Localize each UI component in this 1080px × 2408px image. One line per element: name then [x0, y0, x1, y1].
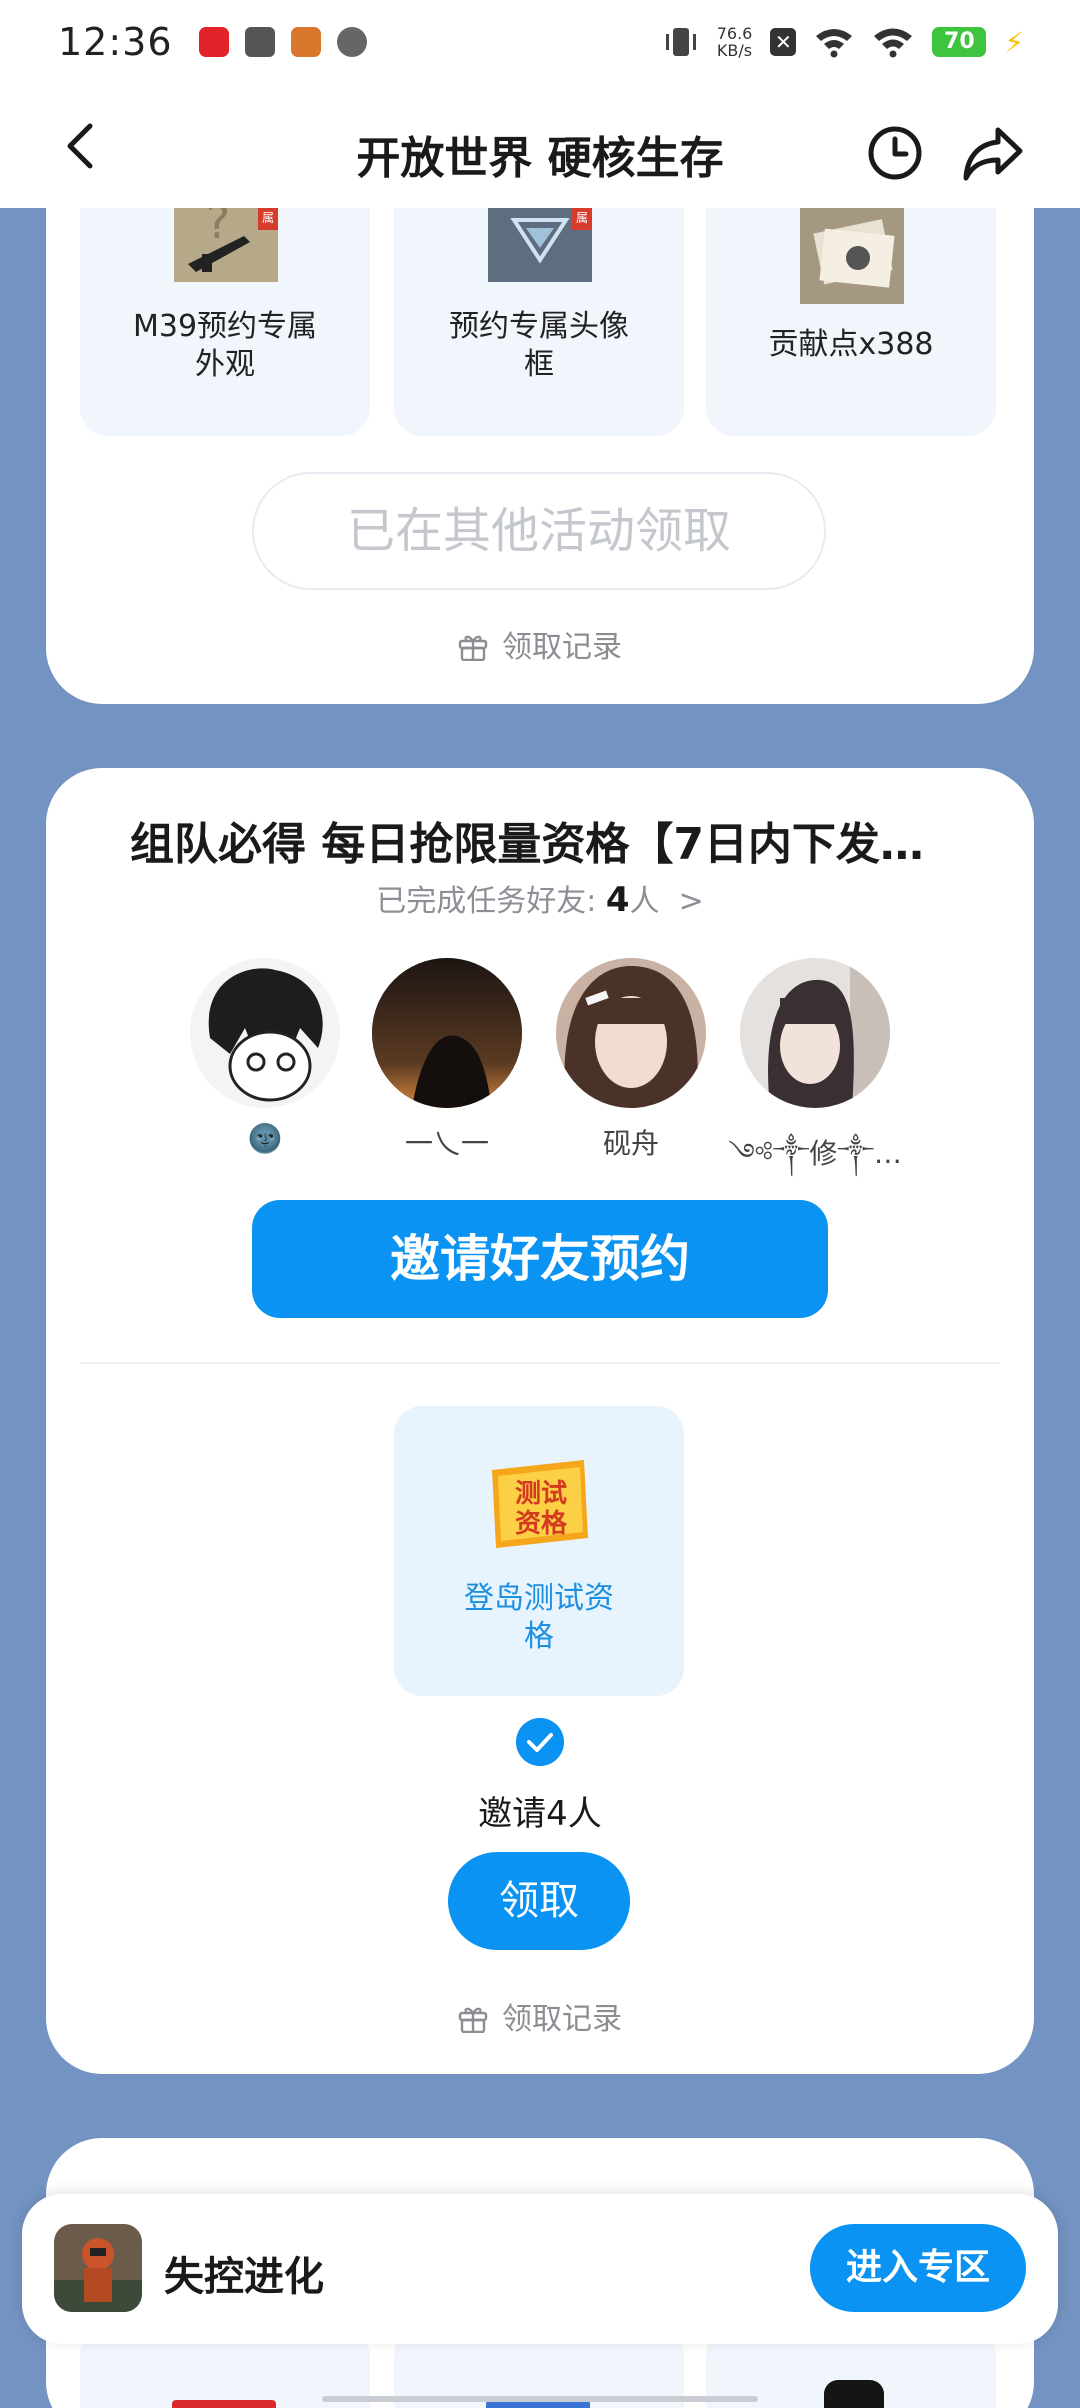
friend-name: 一乀一: [404, 1127, 489, 1160]
game-name: 失控进化: [164, 2254, 324, 2300]
record-link[interactable]: 领取记录: [46, 1994, 1034, 2038]
friend-name: ༺༒修༒…: [728, 1137, 902, 1170]
ticket-text-bottom: 资格: [515, 1508, 568, 1539]
completed-friends-count: 4: [605, 880, 630, 920]
completed-friends-link[interactable]: 已完成任务好友: 4人 >: [0, 876, 1080, 920]
invite-friends-button[interactable]: 邀请好友预约: [252, 1200, 828, 1318]
reward-tile-contribution[interactable]: 贡献点x388: [706, 174, 996, 436]
status-bar: 12:36 76.6 KB/s ✕ 70 ⚡: [0, 0, 1080, 84]
coupon-icon: [800, 204, 904, 304]
avatar[interactable]: [740, 958, 890, 1108]
reward-label: 贡献点x388: [706, 326, 996, 364]
clock-icon[interactable]: [866, 124, 924, 182]
reward-label-line1: M39预约专属: [132, 309, 318, 344]
avatar[interactable]: [556, 958, 706, 1108]
divider: [80, 1362, 1000, 1364]
reward-tile-m39[interactable]: 专 属 ? M39预约专属 外观: [80, 174, 370, 436]
game-icon[interactable]: [54, 2224, 142, 2312]
reward-label: 预约专属头像 框: [394, 308, 684, 384]
reward-label-line2: 外观: [195, 347, 255, 382]
friend-avatar-image: [372, 958, 522, 1108]
completed-friends-prefix: 已完成任务好友:: [376, 884, 597, 919]
charging-icon: ⚡: [1004, 25, 1024, 59]
record-link[interactable]: 领取记录: [46, 622, 1034, 666]
signal-wifi-icon: [816, 29, 853, 58]
gift-icon: [458, 2007, 488, 2033]
friend-avatar-image: [190, 958, 340, 1108]
completed-friends-unit: 人: [629, 884, 660, 919]
status-app-icons: [198, 27, 367, 57]
game-entry-bar: 失控进化 进入专区: [22, 2194, 1058, 2344]
svg-text:属: 属: [262, 211, 274, 225]
reward-label-line1: 预约专属头像: [449, 309, 629, 344]
nav-bar: 开放世界 硬核生存: [0, 84, 1080, 208]
claim-button[interactable]: 领取: [448, 1852, 630, 1950]
wifi-icon: [874, 28, 913, 58]
app-icon-link: [336, 27, 367, 57]
reward-label: M39预约专属 外观: [80, 308, 370, 384]
reward-label-line1: 贡献点x388: [768, 327, 934, 362]
qualification-label-line2: 格: [524, 1619, 554, 1654]
reward-label-line2: 框: [524, 347, 554, 382]
ticket-text-top: 测试: [515, 1479, 567, 1509]
home-indicator[interactable]: [322, 2396, 758, 2402]
qualification-label-line1: 登岛测试资: [464, 1581, 614, 1616]
reward-tile-avatar-frame[interactable]: 专 属 预约专属头像 框: [394, 174, 684, 436]
net-speed: 76.6 KB/s: [717, 25, 753, 59]
game-logo-image: [54, 2224, 142, 2312]
chevron-right-icon: >: [669, 884, 704, 919]
friend-name: 🌚: [247, 1122, 283, 1155]
net-speed-value: 76.6: [716, 24, 753, 43]
net-speed-unit: KB/s: [716, 41, 753, 60]
claimed-elsewhere-button[interactable]: 已在其他活动领取: [252, 472, 826, 590]
app-icon-red: [198, 27, 229, 57]
app-icon-game: [290, 27, 321, 57]
battery-indicator: 70: [932, 27, 987, 57]
gift-icon: [458, 635, 488, 661]
friend-name: 砚舟: [602, 1127, 659, 1160]
backpack-image: [824, 2380, 884, 2408]
avatar[interactable]: [190, 958, 340, 1108]
team-card-title: 组队必得 每日抢限量资格【7日内下发…: [130, 819, 924, 870]
vibrate-icon: [665, 28, 696, 56]
record-link-label: 领取记录: [502, 630, 622, 665]
jd-card-image: [172, 2400, 276, 2408]
qualification-tile[interactable]: 测试 资格 登岛测试资 格: [394, 1406, 684, 1696]
invite-requirement: 邀请4人: [478, 1794, 602, 1834]
status-time: 12:36: [58, 20, 173, 64]
check-icon: [516, 1718, 564, 1766]
avatar[interactable]: [372, 958, 522, 1108]
sim-off-icon: ✕: [770, 28, 797, 56]
qualification-label: 登岛测试资 格: [394, 1580, 684, 1656]
test-ticket-icon: 测试 资格: [492, 1460, 588, 1548]
record-link-label: 领取记录: [502, 2002, 622, 2037]
svg-text:属: 属: [576, 211, 588, 225]
friend-avatar-image: [556, 958, 706, 1108]
friend-avatar-image: [740, 958, 890, 1108]
enter-zone-button[interactable]: 进入专区: [810, 2224, 1026, 2312]
share-icon[interactable]: [962, 124, 1024, 182]
app-icon-book: [244, 27, 275, 57]
